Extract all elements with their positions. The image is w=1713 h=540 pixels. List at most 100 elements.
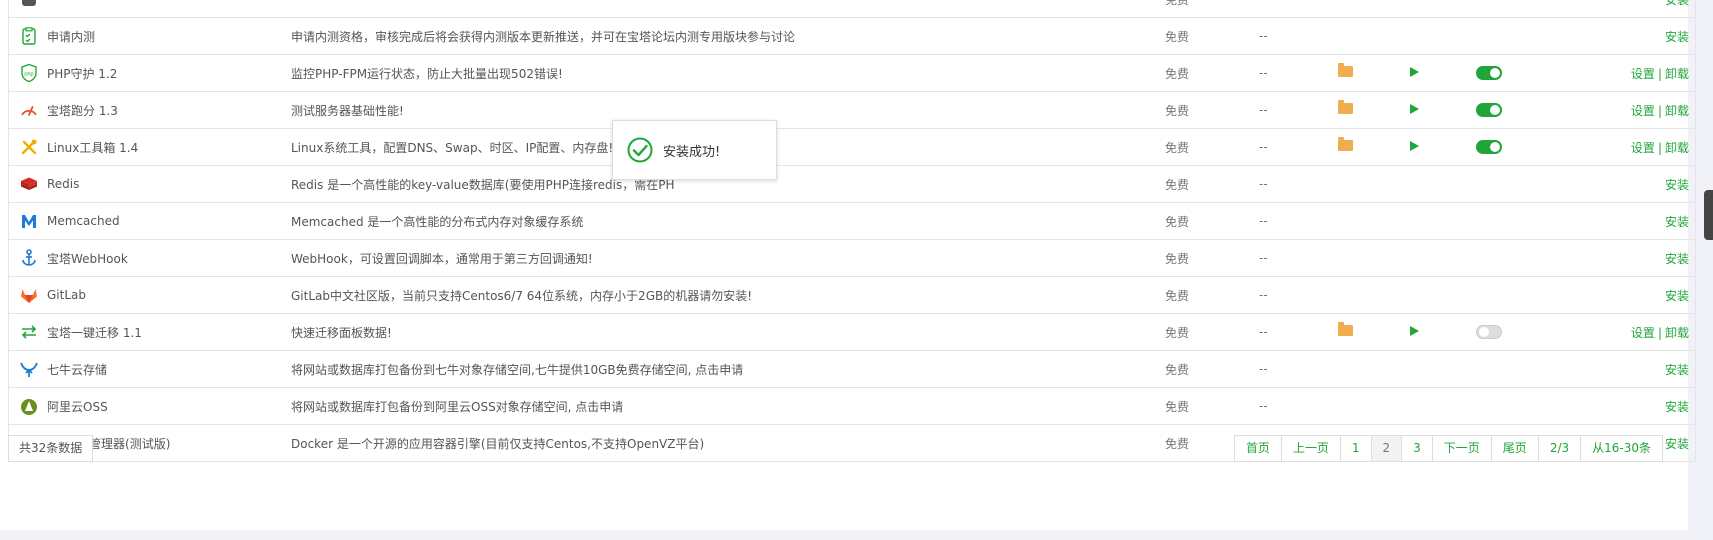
install-link[interactable]: 安装 [1665, 0, 1689, 7]
folder-icon[interactable] [1338, 137, 1353, 151]
plugin-row: Memcached Memcached 是一个高性能的分布式内存对象缓存系统 免费 -… [8, 202, 1696, 240]
plugin-location-cell [1324, 0, 1390, 18]
toggle-knob [1490, 105, 1500, 116]
plugin-row: 申请内测 申请内测资格，审核完成后将会获得内测版本更新推送，并可在宝塔论坛内测专用… [8, 17, 1696, 55]
plugin-desc-cell: 监控PHP-FPM运行状态，防止大批量出现502错误! [287, 54, 1165, 92]
plugin-status-cell [1390, 276, 1456, 314]
plugin-name: GitLab [47, 288, 86, 302]
uninstall-link[interactable]: 卸载 [1665, 141, 1689, 155]
beta-apply-icon [19, 26, 39, 46]
plugin-name-cell: 七牛云存储 [8, 350, 287, 388]
plugin-status-cell [1390, 313, 1456, 351]
homepage-toggle[interactable] [1476, 140, 1502, 155]
pager-last[interactable]: 尾页 [1490, 436, 1538, 461]
plugin-name-wrap: 宝塔一键迁移 1.1 [9, 322, 287, 342]
plugin-price: 免费 [1165, 54, 1259, 92]
plugin-name: 申请内测 [47, 29, 96, 44]
homepage-toggle[interactable] [1476, 325, 1502, 340]
install-link[interactable]: 安装 [1665, 178, 1689, 192]
plugin-location-cell [1324, 350, 1390, 388]
folder-icon[interactable] [1338, 322, 1353, 336]
plugin-description: Memcached 是一个高性能的分布式内存对象缓存系统 [291, 214, 584, 229]
plugin-name: Linux工具箱 1.4 [47, 140, 139, 155]
uninstall-link[interactable]: 卸载 [1665, 67, 1689, 81]
plugin-status-cell [1390, 54, 1456, 92]
plugin-description: 快速迁移面板数据! [291, 325, 392, 340]
plugin-name: 宝塔一键迁移 1.1 [47, 325, 142, 340]
plugin-location-cell [1324, 313, 1390, 351]
pager-first[interactable]: 首页 [1235, 436, 1281, 461]
plugin-homepage-cell [1456, 239, 1540, 277]
gitlab-icon [19, 285, 39, 305]
homepage-toggle[interactable] [1476, 66, 1502, 81]
folder-icon[interactable] [1338, 100, 1353, 114]
plugin-status-cell [1390, 202, 1456, 240]
play-icon[interactable] [1410, 326, 1419, 336]
plugin-name-cell: php PHP守护 1.2 [8, 54, 287, 92]
plugin-row: 宝塔一键迁移 1.1 快速迁移面板数据! 免费 -- 设置 | 卸载 [8, 313, 1696, 351]
side-drawer-handle[interactable] [1704, 190, 1713, 240]
install-link[interactable]: 安装 [1665, 437, 1689, 451]
plugin-actions-cell: 设置 | 卸载 [1540, 54, 1696, 92]
plugin-name: 七牛云存储 [47, 362, 108, 377]
plugin-location-cell [1324, 202, 1390, 240]
plugin-homepage-cell [1456, 350, 1540, 388]
plugin-location-cell [1324, 239, 1390, 277]
plugin-name: 宝塔WebHook [47, 251, 128, 266]
plugin-homepage-cell [1456, 387, 1540, 425]
install-link[interactable]: 安装 [1665, 30, 1689, 44]
install-link[interactable]: 安装 [1665, 363, 1689, 377]
uninstall-link[interactable]: 卸载 [1665, 104, 1689, 118]
plugin-actions-cell: 安装 [1540, 202, 1696, 240]
homepage-toggle[interactable] [1476, 103, 1502, 118]
separator: | [1657, 325, 1662, 340]
plugin-homepage-cell [1456, 91, 1540, 129]
settings-link[interactable]: 设置 [1631, 141, 1655, 155]
plugin-description: 监控PHP-FPM运行状态，防止大批量出现502错误! [291, 66, 563, 81]
redis-icon [19, 174, 39, 194]
plugin-price: 免费 [1165, 276, 1259, 314]
play-icon[interactable] [1410, 104, 1419, 114]
pager-next[interactable]: 下一页 [1431, 436, 1491, 461]
folder-icon[interactable] [1338, 63, 1353, 77]
pager-prev[interactable]: 上一页 [1280, 436, 1340, 461]
plugin-expire: -- [1259, 165, 1324, 203]
plugin-homepage-cell [1456, 17, 1540, 55]
install-link[interactable]: 安装 [1665, 289, 1689, 303]
plugin-location-cell [1324, 128, 1390, 166]
play-icon[interactable] [1410, 67, 1419, 77]
plugin-status-cell [1390, 165, 1456, 203]
settings-link[interactable]: 设置 [1631, 326, 1655, 340]
install-link[interactable]: 安装 [1665, 215, 1689, 229]
install-link[interactable]: 安装 [1665, 252, 1689, 266]
settings-link[interactable]: 设置 [1631, 104, 1655, 118]
success-toast: 安装成功! [612, 120, 777, 180]
settings-link[interactable]: 设置 [1631, 67, 1655, 81]
play-icon[interactable] [1410, 141, 1419, 151]
plugin-expire: -- [1259, 0, 1324, 18]
plugin-status-cell [1390, 91, 1456, 129]
plugin-description: GitLab中文社区版，当前只支持Centos6/7 64位系统，内存小于2GB… [291, 288, 753, 303]
toggle-knob [1490, 68, 1500, 79]
plugin-name-cell: Linux工具箱 1.4 [8, 128, 287, 166]
migrate-arrows-icon [19, 322, 39, 342]
plugin-desc-cell: Docker 是一个开源的应用容器引擎(目前仅支持Centos,不支持OpenV… [287, 424, 1165, 462]
pagination: 首页 上一页 1 2 3 下一页 尾页 2/3 从16-30条 [1233, 435, 1663, 462]
plugin-homepage-cell [1456, 165, 1540, 203]
plugin-homepage-cell [1456, 313, 1540, 351]
plugin-name: Redis [47, 177, 80, 191]
plugin-homepage-cell [1456, 54, 1540, 92]
toggle-knob [1479, 327, 1489, 338]
speedometer-icon [19, 100, 39, 120]
plugin-expire: -- [1259, 276, 1324, 314]
pager-page-3[interactable]: 3 [1401, 436, 1432, 461]
pager-page-1[interactable]: 1 [1339, 436, 1371, 461]
plugin-expire: -- [1259, 91, 1324, 129]
install-link[interactable]: 安装 [1665, 400, 1689, 414]
plugin-name-wrap: Memcached [9, 211, 287, 231]
plugin-row: 免费-- 安装 [8, 0, 1696, 18]
uninstall-link[interactable]: 卸载 [1665, 326, 1689, 340]
plugin-description: 将网站或数据库打包备份到七牛对象存储空间,七牛提供10GB免费存储空间, 点击申… [291, 362, 744, 377]
plugin-row: 阿里云OSS 将网站或数据库打包备份到阿里云OSS对象存储空间, 点击申请 免费 --… [8, 387, 1696, 425]
plugin-icon [19, 0, 39, 9]
